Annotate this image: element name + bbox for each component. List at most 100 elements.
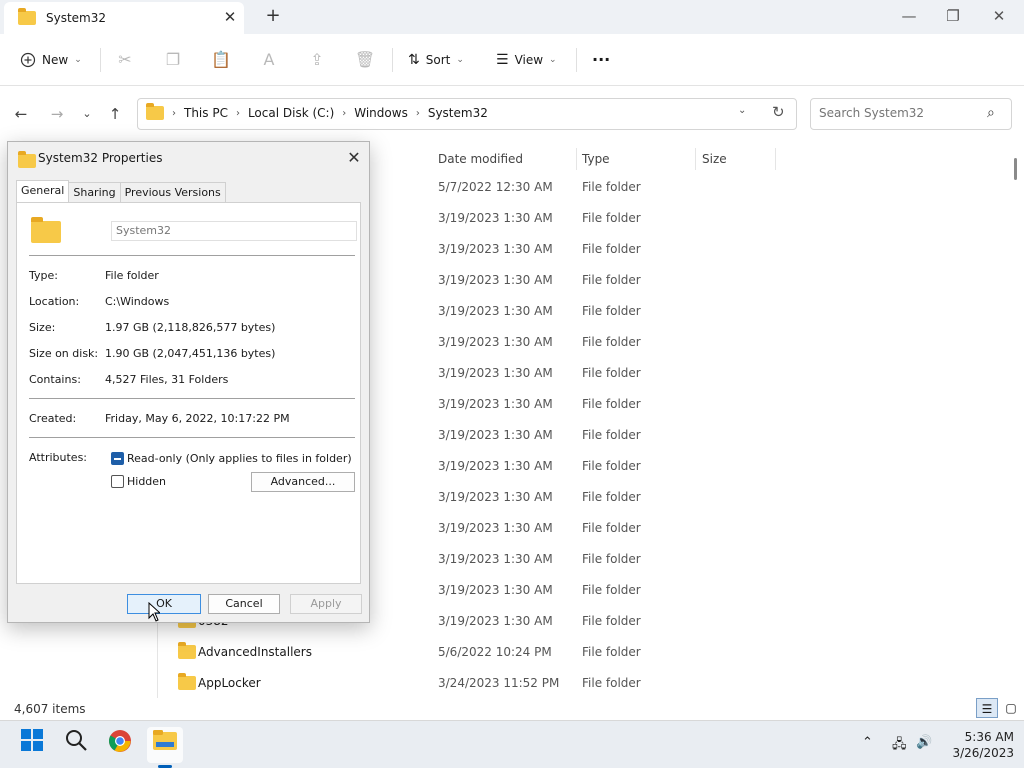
cut-icon[interactable]: ✂ [114, 49, 136, 71]
file-type: File folder [582, 614, 641, 628]
back-arrow-icon[interactable]: ← [10, 103, 32, 125]
tab-general[interactable]: General [16, 180, 70, 202]
file-type: File folder [582, 335, 641, 349]
copy-icon[interactable]: ❐ [162, 49, 184, 71]
column-divider[interactable] [576, 148, 577, 170]
share-icon[interactable]: ⇪ [306, 49, 328, 71]
ok-button[interactable]: OK [127, 594, 201, 614]
start-windows-icon[interactable] [16, 729, 48, 761]
type-label: Type: [29, 269, 58, 282]
folder-icon [31, 217, 61, 243]
column-header-date-modified[interactable]: Date modified [438, 147, 523, 171]
details-view-icon[interactable]: ☰ [976, 698, 998, 718]
file-date-modified: 5/6/2022 10:24 PM [438, 645, 552, 659]
apply-button[interactable]: Apply [290, 594, 362, 614]
new-button[interactable]: New ⌄ [20, 46, 82, 74]
large-icons-view-icon[interactable]: ▢ [1000, 698, 1022, 718]
file-explorer-icon[interactable] [149, 729, 181, 761]
clock[interactable]: 5:36 AM 3/26/2023 [930, 729, 1014, 761]
minimize-button[interactable]: — [886, 3, 932, 29]
column-divider[interactable] [695, 148, 696, 170]
file-type: File folder [582, 676, 641, 690]
up-arrow-icon[interactable]: ↑ [104, 103, 126, 125]
folder-icon [178, 642, 196, 659]
table-row[interactable]: AdvancedInstallers 5/6/2022 10:24 PM File … [160, 637, 1010, 668]
tab-sharing[interactable]: Sharing [68, 182, 121, 202]
file-type: File folder [582, 459, 641, 473]
vertical-scrollbar-thumb[interactable] [1014, 158, 1017, 180]
chrome-logo-icon [109, 730, 131, 752]
close-tab-icon[interactable]: ✕ [220, 7, 240, 27]
file-date-modified: 3/19/2023 1:30 AM [438, 273, 553, 287]
recent-locations-chevron-icon[interactable]: ⌄ [76, 103, 98, 125]
file-date-modified: 3/19/2023 1:30 AM [438, 490, 553, 504]
folder-icon [18, 8, 36, 25]
table-row[interactable]: AppLocker 3/24/2023 11:52 PM File folder [160, 668, 1010, 699]
mouse-cursor-icon [148, 602, 160, 622]
search-icon[interactable] [60, 729, 92, 761]
column-divider[interactable] [775, 148, 776, 170]
chevron-down-icon: ⌄ [74, 55, 82, 65]
forward-arrow-icon[interactable]: → [46, 103, 68, 125]
refresh-icon[interactable]: ↻ [772, 103, 785, 121]
search-box[interactable]: ⌕ [810, 98, 1012, 130]
tab-previous-versions[interactable]: Previous Versions [119, 182, 226, 202]
size-label: Size: [29, 321, 56, 334]
hidden-label: Hidden [127, 475, 167, 488]
taskbar: ⌃ 🖧 🔊 5:36 AM 3/26/2023 [0, 720, 1024, 768]
view-icon: ☰ [496, 52, 509, 68]
plus-circle-icon [20, 52, 36, 68]
item-count: 4,607 items [14, 702, 86, 716]
file-date-modified: 3/19/2023 1:30 AM [438, 459, 553, 473]
maximize-button[interactable]: ❐ [930, 3, 976, 29]
delete-icon[interactable]: 🗑 [354, 49, 376, 71]
close-dialog-icon[interactable]: ✕ [344, 148, 364, 168]
chevron-up-icon[interactable]: ⌃ [862, 735, 873, 750]
breadcrumb: › This PC › Local Disk (C:) › Windows › … [146, 103, 488, 120]
sort-button[interactable]: ⇅ Sort ⌄ [408, 46, 464, 74]
command-bar: New ⌄ ✂ ❐ 📋 A ⇪ 🗑 ⇅ Sort ⌄ ☰ View ⌄ ··· [0, 34, 1024, 86]
advanced-button[interactable]: Advanced... [251, 472, 355, 492]
chrome-icon[interactable] [104, 729, 136, 761]
more-options-button[interactable]: ··· [592, 46, 610, 74]
properties-dialog: System32 Properties ✕ General Sharing Pr… [7, 141, 370, 623]
search-icon[interactable]: ⌕ [987, 105, 995, 121]
cancel-button[interactable]: Cancel [208, 594, 280, 614]
view-button[interactable]: ☰ View ⌄ [496, 46, 557, 74]
tab-bar: System32 ✕ + — ❐ ✕ [0, 0, 1024, 34]
chevron-right-icon: › [235, 107, 240, 119]
status-bar: 4,607 items ☰ ▢ [0, 698, 1024, 720]
close-window-button[interactable]: ✕ [976, 3, 1022, 29]
address-bar[interactable]: › This PC › Local Disk (C:) › Windows › … [137, 98, 797, 130]
dialog-title: System32 Properties [38, 151, 163, 165]
column-header-type[interactable]: Type [582, 147, 610, 171]
hidden-checkbox[interactable] [111, 475, 124, 488]
breadcrumb-this-pc[interactable]: This PC [184, 106, 228, 120]
contains-label: Contains: [29, 373, 81, 386]
file-date-modified: 3/19/2023 1:30 AM [438, 552, 553, 566]
readonly-checkbox[interactable] [111, 452, 124, 465]
column-header-size[interactable]: Size [702, 147, 727, 171]
breadcrumb-system32[interactable]: System32 [428, 106, 488, 120]
file-type: File folder [582, 273, 641, 287]
file-type: File folder [582, 397, 641, 411]
type-value: File folder [105, 269, 159, 282]
tab-system32[interactable]: System32 ✕ [4, 2, 244, 34]
separator [29, 255, 355, 256]
rename-icon[interactable]: A [258, 49, 280, 71]
clock-date: 3/26/2023 [952, 746, 1014, 760]
file-date-modified: 3/19/2023 1:30 AM [438, 428, 553, 442]
clock-time: 5:36 AM [964, 730, 1014, 744]
breadcrumb-local-disk[interactable]: Local Disk (C:) [248, 106, 334, 120]
size-value: 1.97 GB (2,118,826,577 bytes) [105, 321, 276, 334]
breadcrumb-windows[interactable]: Windows [354, 106, 408, 120]
new-tab-button[interactable]: + [262, 4, 284, 28]
search-input[interactable] [819, 106, 979, 120]
chevron-down-icon: ⌄ [456, 55, 464, 65]
file-date-modified: 3/19/2023 1:30 AM [438, 366, 553, 380]
paste-icon[interactable]: 📋 [210, 49, 232, 71]
folder-name-field[interactable]: System32 [111, 221, 357, 241]
network-icon[interactable]: 🖧 [892, 735, 907, 757]
chevron-down-icon[interactable]: ⌄ [738, 105, 746, 116]
navigation-pane-divider [157, 622, 158, 698]
